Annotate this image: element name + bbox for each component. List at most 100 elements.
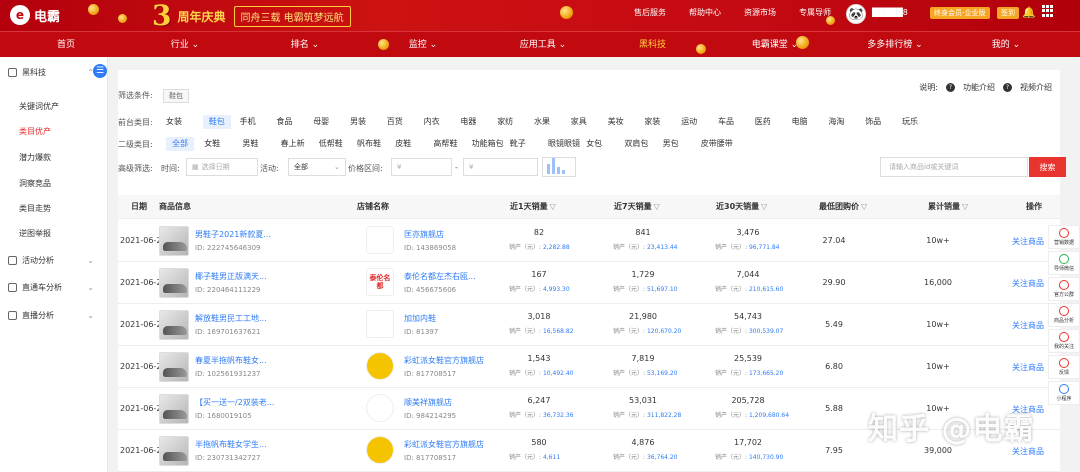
logo[interactable]: e 电霸 bbox=[10, 5, 60, 25]
product-name-link[interactable]: 【买一送一/2双装老... bbox=[195, 397, 274, 408]
front-category-6[interactable]: 百货 bbox=[387, 115, 403, 129]
product-name-link[interactable]: 男鞋子2021新款夏... bbox=[195, 229, 271, 240]
tool-wechat[interactable]: 导师微信 bbox=[1048, 251, 1080, 275]
nav-industry[interactable]: 行业 ⌄ bbox=[160, 32, 210, 58]
th-total-sales[interactable]: 累计销量 ▽ bbox=[928, 195, 968, 219]
second-category-5[interactable]: 帆布鞋 bbox=[357, 137, 381, 151]
nav-tools[interactable]: 应用工具 ⌄ bbox=[508, 32, 578, 58]
question-icon[interactable]: ? bbox=[1003, 83, 1012, 92]
table-row[interactable]: 2021-06-22 椰子鞋男正版满天... ID: 220464111229 泰伦名… bbox=[118, 262, 1060, 304]
top-link-mentor[interactable]: 专属导师 bbox=[799, 7, 831, 18]
price-distribution-chart-icon[interactable] bbox=[542, 157, 576, 177]
app-grid-icon[interactable] bbox=[1042, 5, 1054, 17]
product-thumbnail[interactable] bbox=[159, 226, 189, 256]
shop-logo[interactable] bbox=[366, 352, 394, 380]
filter-icon[interactable]: ▽ bbox=[550, 202, 556, 211]
tool-miniprogram[interactable]: 小程序 bbox=[1048, 381, 1080, 405]
front-category-11[interactable]: 家具 bbox=[571, 115, 587, 129]
sidebar-item-potential-hits[interactable]: 潜力爆款 bbox=[19, 152, 51, 163]
product-name-link[interactable]: 椰子鞋男正版满天... bbox=[195, 271, 267, 282]
shop-name-link[interactable]: 匡亦旗舰店 bbox=[404, 229, 444, 240]
front-category-15[interactable]: 车品 bbox=[718, 115, 734, 129]
second-category-9[interactable]: 靴子 bbox=[510, 137, 526, 151]
sidebar-group-live[interactable]: 直播分析 ⌄ bbox=[0, 305, 108, 325]
second-category-7[interactable]: 高帮鞋 bbox=[433, 137, 457, 151]
anniversary-banner[interactable]: 3 周年庆典 同舟三载 电霸筑梦远航 bbox=[152, 1, 351, 31]
second-category-11[interactable]: 女包 bbox=[586, 137, 602, 151]
user-avatar[interactable]: 🐼 bbox=[846, 4, 866, 24]
sidebar-collapse-button[interactable]: ☰ bbox=[93, 64, 107, 78]
product-thumbnail[interactable] bbox=[159, 436, 189, 466]
front-category-7[interactable]: 内衣 bbox=[424, 115, 440, 129]
th-7day-sales[interactable]: 近7天销量 ▽ bbox=[614, 195, 660, 219]
nav-monitor[interactable]: 监控 ⌄ bbox=[398, 32, 448, 58]
table-row[interactable]: 2021-06-22 春夏半拖帆布鞋女... ID: 102561931237 彩虹派… bbox=[118, 346, 1060, 388]
second-category-3[interactable]: 春上新 bbox=[281, 137, 305, 151]
front-category-1[interactable]: 鞋包 bbox=[202, 115, 231, 129]
second-category-2[interactable]: 男鞋 bbox=[242, 137, 258, 151]
second-category-14[interactable]: 皮带腰带 bbox=[701, 137, 733, 151]
shop-name-link[interactable]: 泰伦名都左杰右瓯... bbox=[404, 271, 476, 282]
second-category-0[interactable]: 全部 bbox=[166, 137, 194, 151]
front-category-12[interactable]: 美妆 bbox=[608, 115, 624, 129]
tool-group[interactable]: 官方公群 bbox=[1048, 277, 1080, 301]
checkin-badge[interactable]: 签到 bbox=[997, 7, 1019, 19]
follow-product-button[interactable]: 关注商品 bbox=[1012, 278, 1044, 289]
question-icon[interactable]: ? bbox=[946, 83, 955, 92]
sidebar-item-competitor-insight[interactable]: 洞察竞品 bbox=[19, 178, 51, 189]
price-high-input[interactable]: ¥ bbox=[463, 158, 538, 176]
product-thumbnail[interactable] bbox=[159, 352, 189, 382]
product-thumbnail[interactable] bbox=[159, 310, 189, 340]
search-button[interactable]: 搜索 bbox=[1029, 157, 1066, 177]
second-category-8[interactable]: 功能箱包 bbox=[472, 137, 504, 151]
feature-intro-link[interactable]: 功能介绍 bbox=[963, 82, 995, 93]
filter-condition-tag[interactable]: 鞋包 bbox=[163, 89, 189, 103]
sidebar-item-category-trend[interactable]: 类目走势 bbox=[19, 203, 51, 214]
follow-product-button[interactable]: 关注商品 bbox=[1012, 236, 1044, 247]
top-link-after-sales[interactable]: 售后服务 bbox=[634, 7, 666, 18]
filter-icon[interactable]: ▽ bbox=[654, 202, 660, 211]
th-30day-sales[interactable]: 近30天销量 ▽ bbox=[716, 195, 767, 219]
front-category-5[interactable]: 男装 bbox=[350, 115, 366, 129]
tool-play[interactable]: 营销数据 bbox=[1048, 225, 1080, 249]
nav-black-tech[interactable]: 黑科技 bbox=[630, 32, 675, 58]
front-category-18[interactable]: 海淘 bbox=[828, 115, 844, 129]
th-min-price[interactable]: 最低团购价 ▽ bbox=[819, 195, 867, 219]
sidebar-group-ztc[interactable]: 直通车分析 ⌄ bbox=[0, 277, 108, 297]
front-category-20[interactable]: 玩乐 bbox=[902, 115, 918, 129]
shop-name-link[interactable]: 顺美祥旗舰店 bbox=[404, 397, 452, 408]
vip-badge[interactable]: 终身会员-企业版 bbox=[930, 7, 990, 19]
filter-icon[interactable]: ▽ bbox=[962, 202, 968, 211]
shop-logo[interactable] bbox=[366, 310, 394, 338]
sidebar-group-black-tech[interactable]: 黑科技 ⌃ bbox=[0, 62, 108, 82]
front-category-4[interactable]: 母婴 bbox=[313, 115, 329, 129]
date-picker[interactable]: ▦ 选择日期 bbox=[186, 158, 258, 176]
shop-logo[interactable]: 泰伦名都 bbox=[366, 268, 394, 296]
second-category-13[interactable]: 男包 bbox=[663, 137, 679, 151]
price-low-input[interactable]: ¥ bbox=[391, 158, 452, 176]
follow-product-button[interactable]: 关注商品 bbox=[1012, 362, 1044, 373]
tool-feedback[interactable]: 反馈 bbox=[1048, 355, 1080, 379]
second-category-4[interactable]: 低帮鞋 bbox=[319, 137, 343, 151]
top-link-resource-market[interactable]: 资源市场 bbox=[744, 7, 776, 18]
tool-heart[interactable]: 我的关注 bbox=[1048, 329, 1080, 353]
product-name-link[interactable]: 半拖帆布鞋女学生... bbox=[195, 439, 267, 450]
filter-icon[interactable]: ▽ bbox=[861, 202, 867, 211]
table-row[interactable]: 2021-06-22 解放鞋男民工工地... ID: 169701637621 加加内… bbox=[118, 304, 1060, 346]
shop-logo[interactable] bbox=[366, 394, 394, 422]
front-category-19[interactable]: 饰品 bbox=[865, 115, 881, 129]
filter-icon[interactable]: ▽ bbox=[761, 202, 767, 211]
front-category-16[interactable]: 医药 bbox=[755, 115, 771, 129]
front-category-8[interactable]: 电器 bbox=[460, 115, 476, 129]
shop-name-link[interactable]: 彩虹派女鞋官方旗舰店 bbox=[404, 439, 484, 450]
front-category-9[interactable]: 家纺 bbox=[497, 115, 513, 129]
shop-name-link[interactable]: 加加内鞋 bbox=[404, 313, 436, 324]
nav-home[interactable]: 首页 bbox=[46, 32, 86, 58]
video-intro-link[interactable]: 视频介绍 bbox=[1020, 82, 1052, 93]
product-thumbnail[interactable] bbox=[159, 394, 189, 424]
tool-analysis[interactable]: 商品分析 bbox=[1048, 303, 1080, 327]
activity-select[interactable]: 全部 ⌄ bbox=[288, 158, 346, 176]
shop-name-link[interactable]: 彩虹派女鞋官方旗舰店 bbox=[404, 355, 484, 366]
product-name-link[interactable]: 解放鞋男民工工地... bbox=[195, 313, 267, 324]
sidebar-item-category-best[interactable]: 类目优产 bbox=[19, 126, 51, 137]
